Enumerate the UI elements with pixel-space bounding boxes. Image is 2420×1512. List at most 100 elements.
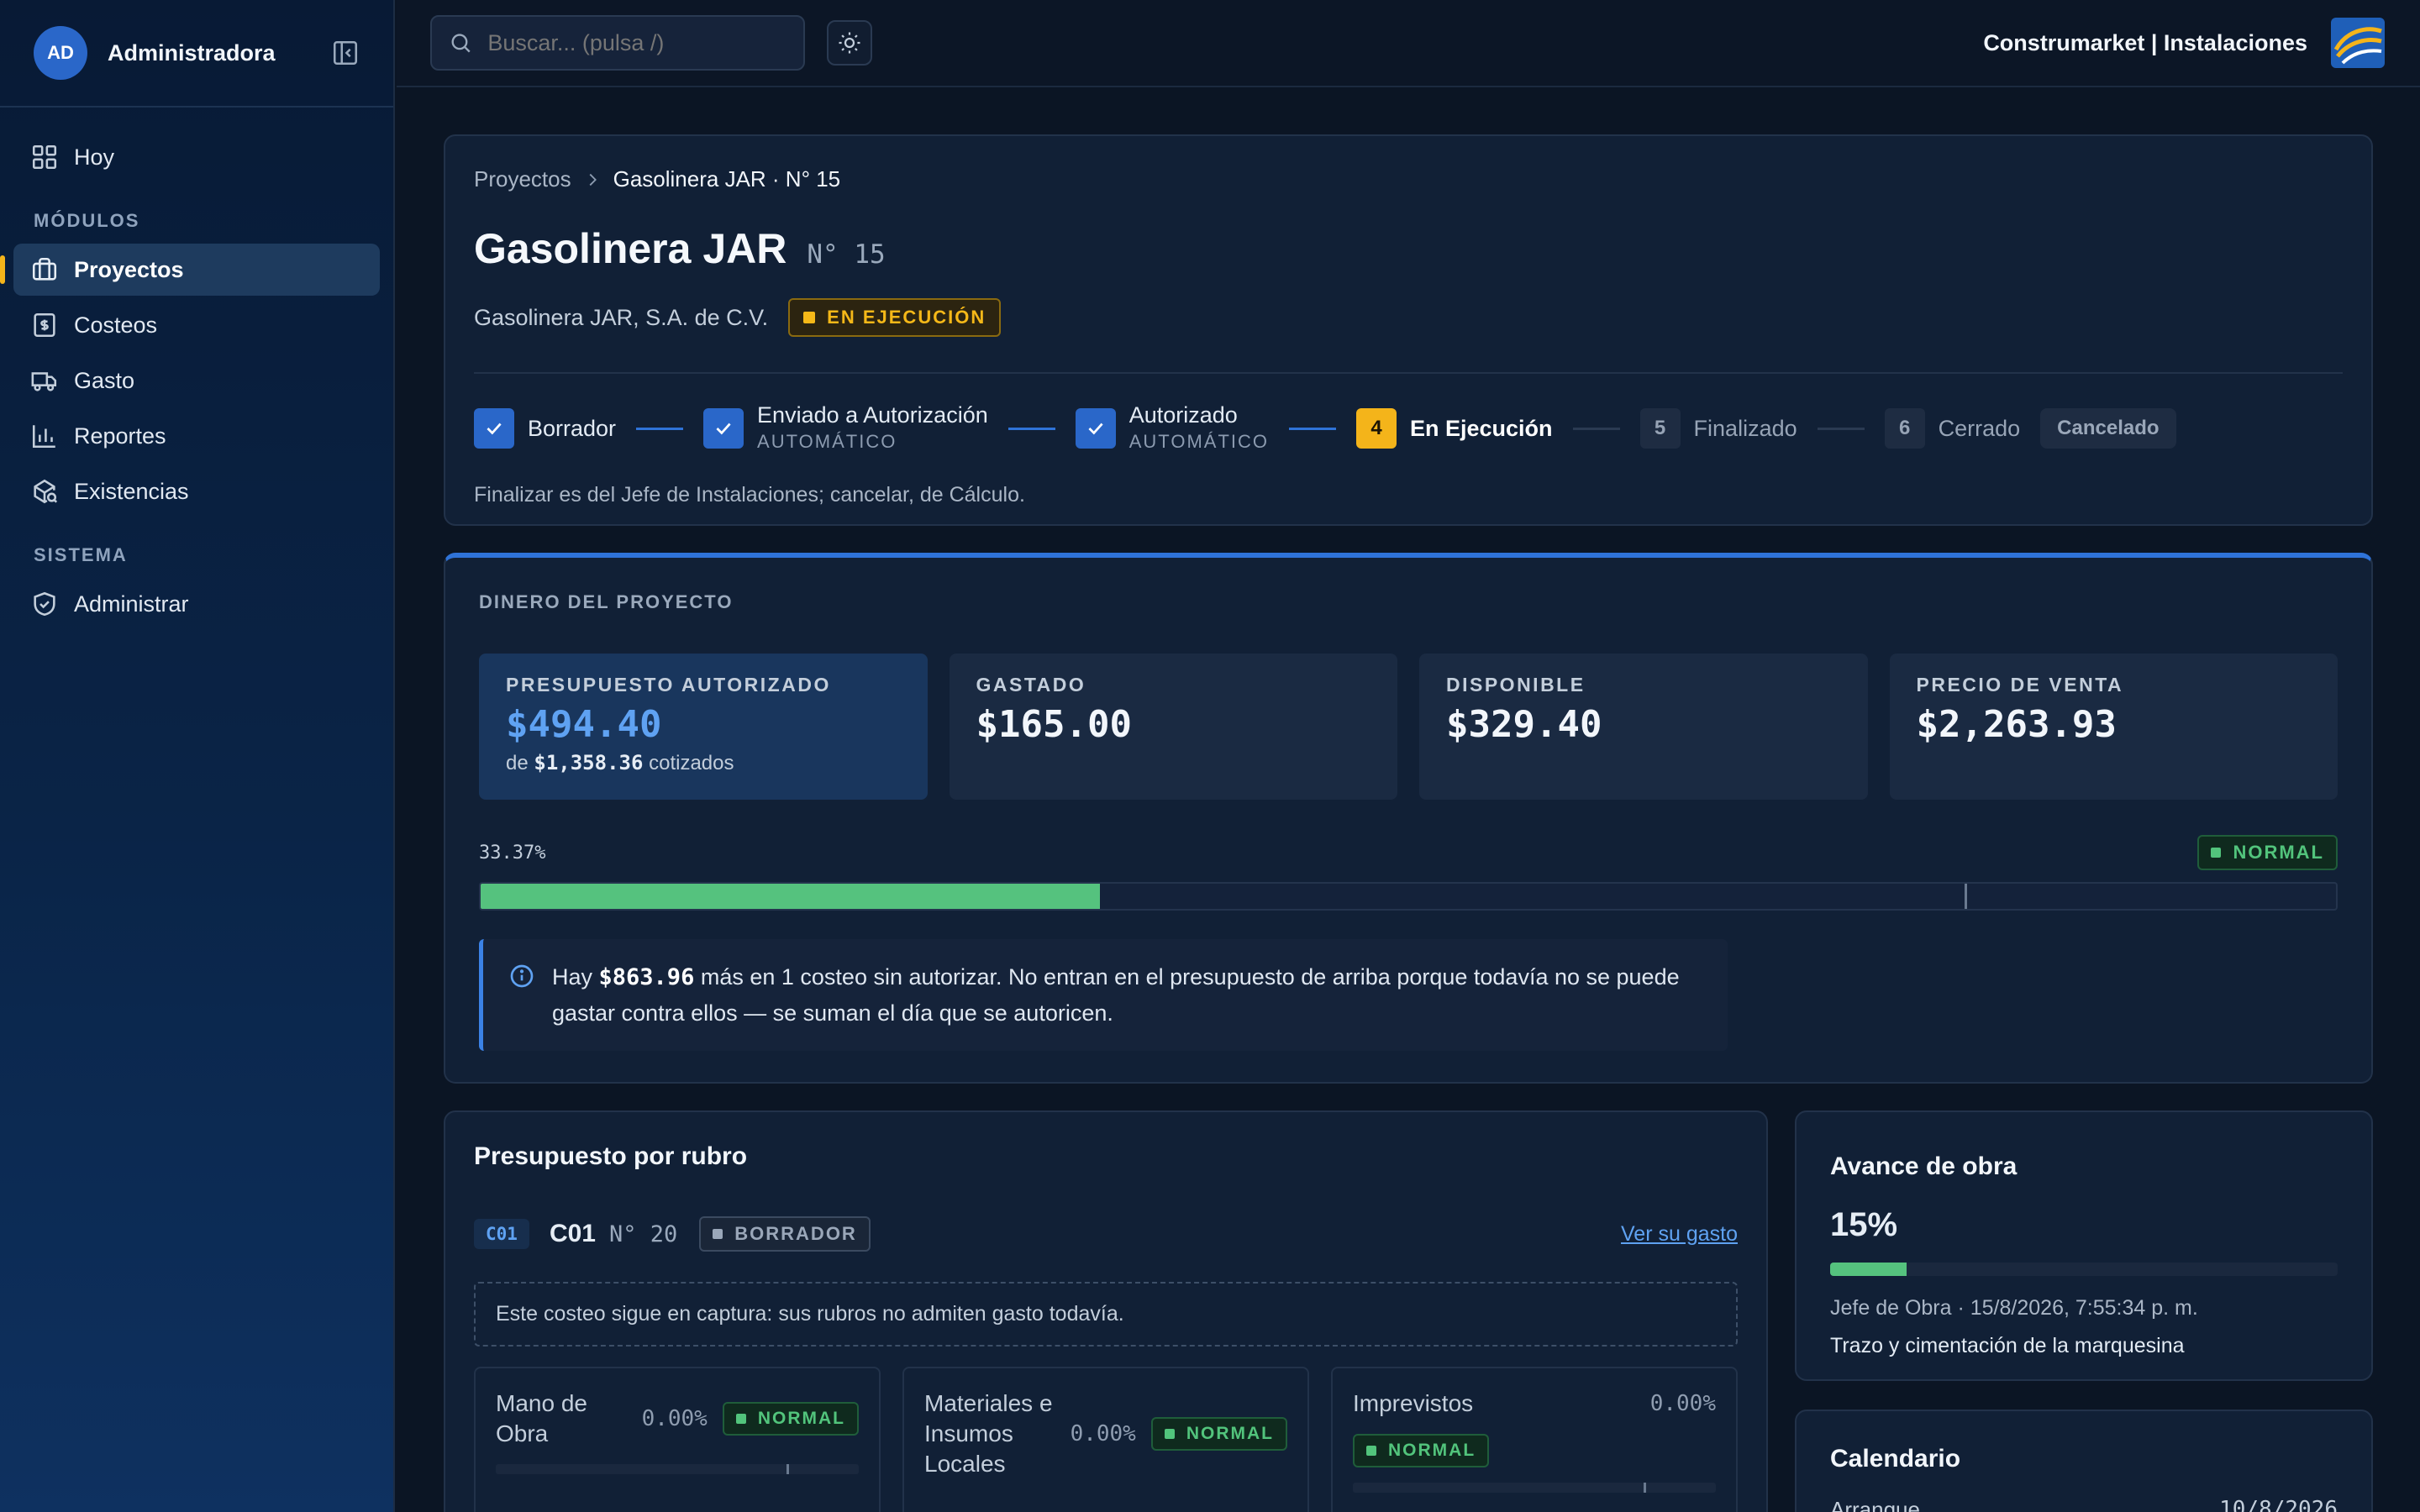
permissions-note: Finalizar es del Jefe de Instalaciones; … xyxy=(474,483,1025,507)
sidebar-item-administrar[interactable]: Administrar xyxy=(13,578,380,630)
theme-toggle-button[interactable] xyxy=(827,20,872,66)
step-sublabel: AUTOMÁTICO xyxy=(757,431,897,452)
step-connector xyxy=(1007,427,1055,430)
info-callout: Hay $863.96 más en 1 costeo sin autoriza… xyxy=(479,939,1728,1051)
step-number: 5 xyxy=(1639,408,1681,449)
kpi-sub-prefix: de xyxy=(506,752,529,774)
kpi-label: PRESUPUESTO AUTORIZADO xyxy=(506,674,831,696)
page-title: Gasolinera JAR xyxy=(474,225,787,272)
calendar-row-label: Arranque xyxy=(1830,1497,1920,1512)
receipt-dollar-icon xyxy=(34,312,55,338)
calendar-row: Arranque 10/8/2026 xyxy=(1830,1497,2338,1512)
rubro-percent: 0.00% xyxy=(641,1406,708,1431)
rubro-progress-bar xyxy=(1353,1483,1716,1493)
step-number: 6 xyxy=(1884,408,1925,449)
info-post: más en 1 costeo sin autorizar. No entran… xyxy=(552,964,1680,1026)
avance-card: Avance de obra 15% Jefe de Obra · 15/8/2… xyxy=(1795,1110,2373,1381)
breadcrumb-current: Gasolinera JAR · N° 15 xyxy=(613,166,841,192)
topbar: Construmarket | Instalaciones xyxy=(397,0,2420,87)
search-box[interactable] xyxy=(430,15,805,71)
ver-gasto-link[interactable]: Ver su gasto xyxy=(1621,1222,1738,1247)
breadcrumb-root-link[interactable]: Proyectos xyxy=(474,166,571,192)
step-connector xyxy=(636,427,684,430)
sidebar-item-costeos[interactable]: Costeos xyxy=(13,299,380,351)
kpi-value: $165.00 xyxy=(976,703,1132,746)
check-icon xyxy=(716,423,731,435)
sidebar: AD Administradora Hoy MÓDULOS Proyectos … xyxy=(0,0,395,1512)
money-card: DINERO DEL PROYECTO PRESUPUESTO AUTORIZA… xyxy=(444,553,2373,1084)
step-connector xyxy=(1817,427,1865,430)
costeo-header: C01 C01 N° 20 BORRADOR Ver su gasto xyxy=(474,1216,1738,1252)
avatar[interactable]: AD xyxy=(34,26,87,80)
project-number: N° 15 xyxy=(807,239,886,270)
sidebar-item-reportes[interactable]: Reportes xyxy=(13,410,380,462)
shield-check-icon xyxy=(34,591,55,617)
spend-progress-bar xyxy=(479,882,2338,911)
costeo-status-badge: BORRADOR xyxy=(699,1216,871,1252)
step-label: Cerrado xyxy=(1938,416,2021,441)
step-box xyxy=(474,408,514,449)
project-header-card: Proyectos Gasolinera JAR · N° 15 Gasolin… xyxy=(444,134,2373,526)
kpi-disponible: DISPONIBLE $329.40 xyxy=(1419,654,1868,800)
costeo-code-chip: C01 xyxy=(474,1219,529,1249)
nav-section-modulos: MÓDULOS xyxy=(34,210,140,231)
step-cerrado: 6 Cerrado xyxy=(1884,408,2021,449)
sidebar-collapse-icon[interactable] xyxy=(331,39,360,67)
kpi-gastado: GASTADO $165.00 xyxy=(949,654,1397,800)
card-title: Presupuesto por rubro xyxy=(474,1142,748,1170)
rubro-status-badge: NORMAL xyxy=(1353,1434,1490,1467)
sidebar-item-gasto[interactable]: Gasto xyxy=(13,354,380,407)
kpi-value: $494.40 xyxy=(506,703,662,746)
step-finalizado: 5 Finalizado xyxy=(1639,408,1797,449)
rubro-card: Presupuesto por rubro C01 C01 N° 20 BORR… xyxy=(444,1110,1768,1512)
sidebar-item-label: Proyectos xyxy=(74,256,184,282)
sun-icon xyxy=(839,32,860,54)
sidebar-item-existencias[interactable]: Existencias xyxy=(13,465,380,517)
search-input[interactable] xyxy=(487,29,786,56)
sidebar-item-proyectos[interactable]: Proyectos xyxy=(0,244,380,296)
capture-notice: Este costeo sigue en captura: sus rubros… xyxy=(474,1282,1738,1347)
chevron-right-icon xyxy=(589,173,597,186)
nav-section-sistema: SISTEMA xyxy=(34,544,128,565)
kpi-value: $2,263.93 xyxy=(1916,703,2117,746)
sidebar-item-label: Costeos xyxy=(74,312,158,338)
spend-progress-fill xyxy=(481,884,1100,909)
step-label: En Ejecución xyxy=(1410,416,1553,441)
brand-logo-icon xyxy=(2331,18,2385,68)
avance-progress-bar xyxy=(1830,1263,2338,1276)
client-name: Gasolinera JAR, S.A. de C.V. xyxy=(474,304,769,330)
rubro-materiales: Materiales e Insumos Locales 0.00% NORMA… xyxy=(902,1367,1309,1512)
sidebar-item-label: Reportes xyxy=(74,423,166,449)
costeo-number: N° 20 xyxy=(608,1221,678,1247)
step-number: 4 xyxy=(1356,408,1397,449)
rubro-threshold-marker xyxy=(786,1464,789,1474)
rubro-status-badge: NORMAL xyxy=(1150,1417,1287,1451)
rubro-columns: Mano de Obra 0.00% NORMAL Materiales e I… xyxy=(474,1367,1738,1512)
step-box xyxy=(703,408,744,449)
kpi-sub-suffix: cotizados xyxy=(649,752,734,774)
costeo-name: C01 xyxy=(549,1220,596,1247)
search-icon xyxy=(451,34,471,53)
check-icon xyxy=(487,423,502,435)
kpi-label: DISPONIBLE xyxy=(1446,674,1586,696)
bar-chart-icon xyxy=(32,425,55,449)
step-connector xyxy=(1289,427,1336,430)
step-label: Autorizado xyxy=(1128,402,1238,428)
sidebar-item-label: Existencias xyxy=(74,478,189,504)
calendar-row-value: 10/8/2026 xyxy=(2219,1497,2338,1512)
info-pre: Hay xyxy=(552,964,593,990)
divider xyxy=(474,372,2343,374)
avance-meta: Jefe de Obra · 15/8/2026, 7:55:34 p. m. xyxy=(1830,1296,2198,1320)
sidebar-item-hoy[interactable]: Hoy xyxy=(13,131,380,183)
step-box xyxy=(1075,408,1116,449)
sidebar-item-label: Hoy xyxy=(74,144,115,170)
status-badge: EN EJECUCIÓN xyxy=(788,298,1002,337)
card-title: Calendario xyxy=(1830,1445,1961,1473)
kpi-value: $329.40 xyxy=(1446,703,1602,746)
user-name: Administradora xyxy=(108,39,276,66)
step-label: Borrador xyxy=(528,416,617,441)
step-connector xyxy=(1572,427,1620,430)
rubro-progress-bar xyxy=(496,1464,859,1474)
rubro-name: Materiales e Insumos Locales xyxy=(924,1390,1053,1477)
sidebar-item-label: Gasto xyxy=(74,367,135,393)
